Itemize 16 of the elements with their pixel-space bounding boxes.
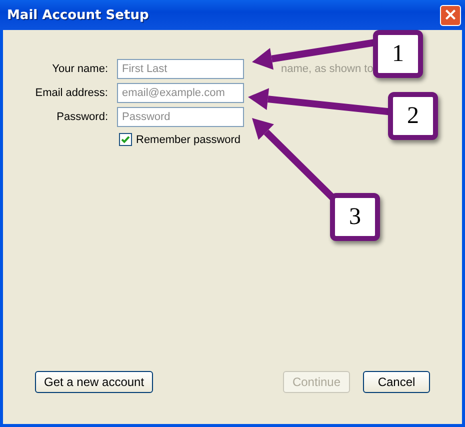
remember-checkbox[interactable] bbox=[119, 133, 132, 146]
close-button[interactable]: × bbox=[440, 4, 461, 26]
password-field[interactable]: Password bbox=[117, 107, 244, 127]
field-label: Your name: bbox=[51, 63, 108, 75]
callout-number: 2 bbox=[388, 92, 438, 140]
new-account-button[interactable]: Get a new account bbox=[35, 371, 154, 393]
callout-number: 3 bbox=[330, 193, 380, 241]
field-hint: name, as shown to bbox=[281, 63, 374, 75]
field-label: Password: bbox=[56, 111, 108, 123]
callout-number: 1 bbox=[373, 30, 423, 78]
field-label: Email address: bbox=[35, 87, 108, 99]
checkbox-label: Remember password bbox=[136, 134, 241, 146]
window-title: Mail Account Setup bbox=[7, 8, 149, 22]
email-field[interactable]: email@example.com bbox=[117, 83, 244, 103]
cancel-button[interactable]: Cancel bbox=[363, 371, 430, 393]
name-field[interactable]: First Last bbox=[117, 59, 244, 79]
